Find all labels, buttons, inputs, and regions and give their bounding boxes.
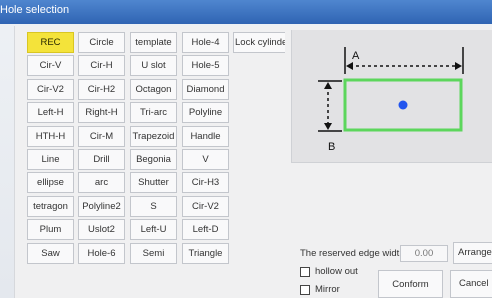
shape-button-v[interactable]: V — [182, 149, 229, 170]
dim-b-label: B — [328, 141, 335, 153]
shape-button-line[interactable]: Line — [27, 149, 74, 170]
arrange-button[interactable]: Arrange — [453, 242, 492, 264]
cancel-button[interactable]: Cancel — [450, 270, 492, 298]
shape-button-hole-4[interactable]: Hole-4 — [182, 32, 229, 53]
shape-button-u-slot[interactable]: U slot — [130, 55, 177, 77]
reserved-edge-input[interactable]: 0.00 — [400, 245, 448, 262]
mirror-box[interactable] — [300, 284, 310, 295]
hollow-out-box[interactable] — [300, 266, 310, 277]
preview-diagram: A B — [318, 47, 464, 153]
conform-button[interactable]: Conform — [378, 270, 443, 298]
shape-button-octagon[interactable]: Octagon — [130, 78, 177, 100]
title-bar: Hole selection — [0, 0, 492, 24]
shape-button-template[interactable]: template — [130, 32, 177, 53]
shape-button-cir-m[interactable]: Cir-M — [78, 125, 125, 147]
dim-a-label: A — [352, 50, 360, 62]
shape-button-left-d[interactable]: Left-D — [182, 219, 229, 241]
shape-button-right-h[interactable]: Right-H — [78, 102, 125, 124]
shape-button-left-h[interactable]: Left-H — [27, 102, 74, 124]
mirror-checkbox[interactable]: Mirror — [300, 284, 340, 295]
shape-button-tri-arc[interactable]: Tri-arc — [130, 102, 177, 124]
shape-button-begonia[interactable]: Begonia — [130, 149, 177, 170]
shape-preview: A B — [291, 30, 492, 163]
shape-button-semi[interactable]: Semi — [130, 242, 177, 264]
shape-button-lock-cylinder[interactable]: Lock cylinder — [233, 32, 285, 53]
shape-button-trapezoid[interactable]: Trapezoid — [130, 125, 177, 147]
shape-button-hth-h[interactable]: HTH-H — [27, 125, 74, 147]
shape-button-hole-5[interactable]: Hole-5 — [182, 55, 229, 77]
shape-button-polyline2[interactable]: Polyline2 — [78, 195, 125, 217]
shape-button-saw[interactable]: Saw — [27, 242, 74, 264]
window-title: Hole selection — [0, 4, 70, 16]
shape-button-ellipse[interactable]: ellipse — [27, 172, 74, 194]
shape-button-cir-v2[interactable]: Cir-V2 — [182, 195, 229, 217]
shape-button-shutter[interactable]: Shutter — [130, 172, 177, 194]
shape-button-cir-v2[interactable]: Cir-V2 — [27, 78, 74, 100]
shape-button-handle[interactable]: Handle — [182, 125, 229, 147]
shape-button-left-u[interactable]: Left-U — [130, 219, 177, 241]
shape-button-hole-6[interactable]: Hole-6 — [78, 242, 125, 264]
center-dot — [398, 100, 408, 110]
shape-button-cir-v[interactable]: Cir-V — [27, 55, 74, 77]
shape-button-polyline[interactable]: Polyline — [182, 102, 229, 124]
shape-button-diamond[interactable]: Diamond — [182, 78, 229, 100]
hole-selection-window: Hole selection REC Circle template Hole-4 Lo… — [0, 0, 492, 298]
shape-button-drill[interactable]: Drill — [78, 149, 125, 170]
shape-button-arc[interactable]: arc — [78, 172, 125, 194]
shape-button-tetragon[interactable]: tetragon — [27, 195, 74, 217]
shape-button-cir-h[interactable]: Cir-H — [78, 55, 125, 77]
mirror-label: Mirror — [315, 284, 340, 295]
shape-button-cir-h2[interactable]: Cir-H2 — [78, 78, 125, 100]
reserved-edge-label: The reserved edge widt — [300, 248, 400, 259]
shape-button-cir-h3[interactable]: Cir-H3 — [182, 172, 229, 194]
shape-button-uslot2[interactable]: Uslot2 — [78, 219, 125, 241]
shape-button-rec[interactable]: REC — [27, 32, 74, 53]
hollow-out-label: hollow out — [315, 266, 358, 277]
shape-button-circle[interactable]: Circle — [78, 32, 125, 53]
shape-button-s[interactable]: S — [130, 195, 177, 217]
hollow-out-checkbox[interactable]: hollow out — [300, 266, 358, 277]
shape-button-triangle[interactable]: Triangle — [182, 242, 229, 264]
shape-button-plum[interactable]: Plum — [27, 219, 74, 241]
